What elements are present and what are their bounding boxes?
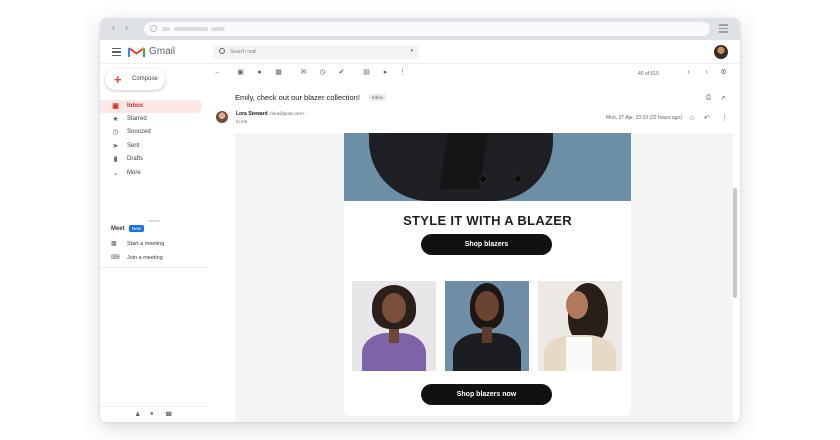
gmail-header: Gmail Search mail ▾	[100, 40, 740, 64]
gmail-logo-icon[interactable]	[128, 46, 145, 58]
back-icon[interactable]: ‹	[112, 22, 115, 32]
url-placeholder	[211, 27, 225, 31]
sidebar-item-inbox[interactable]: ▣ Inbox	[100, 100, 202, 113]
star-icon[interactable]: ☆	[689, 114, 695, 122]
sidebar-item-snoozed[interactable]: ◷ Snoozed	[100, 126, 202, 139]
newer-icon[interactable]: ‹	[684, 69, 693, 77]
sidebar-divider	[100, 267, 208, 268]
email-scrollbar[interactable]	[733, 188, 737, 298]
search-bar[interactable]: Search mail ▾	[213, 45, 419, 59]
sidebar-footer: ♟ ● ☎	[100, 406, 208, 422]
add-task-icon[interactable]: ✔	[337, 69, 346, 77]
product-photo-black-blazer[interactable]	[445, 281, 529, 371]
more-vert-icon[interactable]: ⋮	[721, 114, 728, 122]
search-placeholder: Search mail	[230, 49, 257, 55]
forward-icon[interactable]: ›	[125, 22, 128, 32]
app-name: Gmail	[149, 46, 176, 57]
url-placeholder	[162, 27, 170, 31]
clock-icon: ◷	[112, 129, 119, 136]
shop-blazers-now-button[interactable]: Shop blazers now	[421, 384, 552, 405]
sidebar-item-label: Starred	[127, 116, 147, 122]
phone-icon[interactable]: ☎	[165, 411, 172, 418]
mark-unread-icon[interactable]: ✉	[299, 69, 308, 77]
meet-item-label: Start a meeting	[127, 241, 165, 247]
keyboard-icon: ⌨	[111, 255, 120, 261]
promo-heading: STYLE IT WITH A BLAZER	[403, 213, 572, 228]
browser-menu-icon[interactable]	[719, 24, 728, 33]
back-arrow-icon[interactable]: ←	[213, 69, 222, 77]
browser-window: ‹ › Gmail Search mail ▾ + Compose ▣ Inbo…	[100, 18, 740, 422]
recipient-line[interactable]: to me	[236, 119, 247, 124]
sidebar-item-sent[interactable]: ➤ Sent	[100, 140, 202, 153]
inbox-label-chip[interactable]: Inbox	[369, 94, 387, 101]
sidebar: + Compose ▣ Inbox ★ Starred ◷ Snoozed ➤ …	[100, 64, 208, 422]
move-to-icon[interactable]: ▤	[362, 69, 371, 77]
plus-icon: +	[114, 72, 122, 87]
delete-icon[interactable]: ▦	[274, 69, 283, 77]
older-icon[interactable]: ›	[702, 69, 711, 77]
url-placeholder	[174, 27, 208, 31]
settings-gear-icon[interactable]: ⚙	[719, 69, 728, 77]
sidebar-item-more[interactable]: ⌄ More	[100, 167, 202, 180]
sidebar-item-drafts[interactable]: ▮ Drafts	[100, 153, 202, 166]
search-icon[interactable]	[219, 48, 225, 54]
main-menu-icon[interactable]	[112, 48, 121, 58]
start-meeting-item[interactable]: ▩ Start a meeting	[100, 238, 202, 250]
browser-chrome: ‹ ›	[100, 18, 740, 40]
section-drag-handle[interactable]	[148, 220, 160, 222]
report-spam-icon[interactable]: ●	[255, 69, 264, 77]
shop-blazers-button[interactable]: Shop blazers	[421, 234, 552, 255]
sidebar-item-label: Snoozed	[127, 129, 151, 135]
email-subject: Emily, check out our blazer collection!	[235, 93, 360, 102]
product-photo-purple-blazer[interactable]	[352, 281, 436, 371]
product-photo-beige-blazer[interactable]	[538, 281, 622, 371]
account-avatar[interactable]	[714, 45, 728, 59]
compose-label: Compose	[132, 76, 158, 82]
inbox-icon: ▣	[112, 103, 119, 110]
meet-section-title: Meet	[111, 226, 125, 232]
message-toolbar: ← ▣ ● ▦ ✉ ◷ ✔ ▤ ▸ ⋮ 40 of 615 ‹ › ⚙	[208, 64, 740, 84]
lock-icon	[150, 25, 157, 32]
reply-icon[interactable]: ↶	[704, 114, 710, 122]
video-icon: ▩	[111, 241, 117, 247]
sender-avatar	[216, 111, 228, 123]
sidebar-item-starred[interactable]: ★ Starred	[100, 113, 202, 126]
message-date: Mon, 27 Apr, 23:33 (22 hours ago)	[606, 115, 682, 121]
join-meeting-item[interactable]: ⌨ Join a meeting	[100, 252, 202, 264]
compose-button[interactable]: + Compose	[105, 69, 165, 90]
hero-blazer-image	[344, 133, 631, 201]
sidebar-item-label: More	[127, 170, 141, 176]
print-icon[interactable]: ⎙	[706, 94, 711, 102]
hangouts-icon[interactable]: ●	[150, 411, 154, 417]
search-options-icon[interactable]: ▾	[410, 48, 413, 54]
snooze-icon[interactable]: ◷	[318, 69, 327, 77]
chevron-down-icon: ⌄	[112, 170, 119, 177]
sidebar-item-label: Drafts	[127, 156, 144, 162]
more-options-icon[interactable]: ⋮	[398, 69, 407, 77]
star-icon: ★	[112, 116, 119, 123]
sender-email: <lora@post.com>	[269, 111, 305, 116]
sender-name: Lora Steward	[236, 111, 268, 117]
sidebar-item-label: Sent	[127, 143, 140, 149]
label-icon[interactable]: ▸	[381, 69, 390, 77]
archive-icon[interactable]: ▣	[236, 69, 245, 77]
meet-item-label: Join a meeting	[127, 255, 163, 261]
email-content-card: STYLE IT WITH A BLAZER Shop blazers Shop…	[344, 133, 631, 416]
open-new-window-icon[interactable]: ↗	[720, 94, 725, 102]
sidebar-item-label: Inbox	[127, 103, 143, 109]
message-count: 40 of 615	[638, 71, 659, 77]
send-icon: ➤	[112, 143, 119, 150]
draft-icon: ▮	[113, 156, 118, 163]
contacts-icon[interactable]: ♟	[135, 411, 140, 418]
new-badge: New	[129, 225, 145, 232]
address-bar[interactable]	[144, 22, 710, 36]
